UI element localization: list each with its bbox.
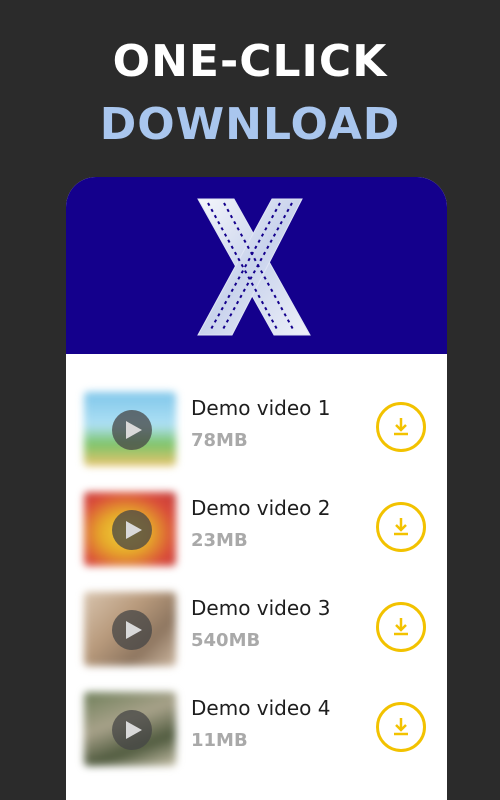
video-size: 540MB [191, 630, 261, 651]
list-item[interactable]: Demo video 3 540MB [66, 592, 447, 672]
list-item[interactable]: Demo video 2 23MB [66, 492, 447, 572]
play-icon[interactable] [112, 410, 152, 450]
download-icon [394, 418, 408, 436]
list-item[interactable]: Demo video 4 11MB [66, 692, 447, 772]
app-header [66, 177, 447, 354]
x-film-strip-logo-icon [197, 198, 311, 336]
download-icon [394, 718, 408, 736]
video-size: 78MB [191, 430, 248, 451]
video-size: 11MB [191, 730, 248, 751]
headline-line-1: ONE-CLICK [112, 36, 388, 87]
video-size: 23MB [191, 530, 248, 551]
download-button[interactable] [376, 702, 426, 752]
download-button[interactable] [376, 602, 426, 652]
app-preview: Demo video 1 78MB Demo video 2 23MB Demo… [66, 177, 447, 800]
video-title: Demo video 1 [191, 396, 331, 420]
video-title: Demo video 4 [191, 696, 331, 720]
download-icon [394, 518, 408, 536]
play-icon[interactable] [112, 610, 152, 650]
download-button[interactable] [376, 502, 426, 552]
video-title: Demo video 2 [191, 496, 331, 520]
play-icon[interactable] [112, 710, 152, 750]
download-button[interactable] [376, 402, 426, 452]
download-icon [394, 618, 408, 636]
headline-line-2: DOWNLOAD [99, 99, 401, 150]
list-item[interactable]: Demo video 1 78MB [66, 392, 447, 472]
video-title: Demo video 3 [191, 596, 331, 620]
promo-screen: ONE-CLICK DOWNLOAD Demo video 1 78MB Dem… [0, 0, 500, 800]
play-icon[interactable] [112, 510, 152, 550]
